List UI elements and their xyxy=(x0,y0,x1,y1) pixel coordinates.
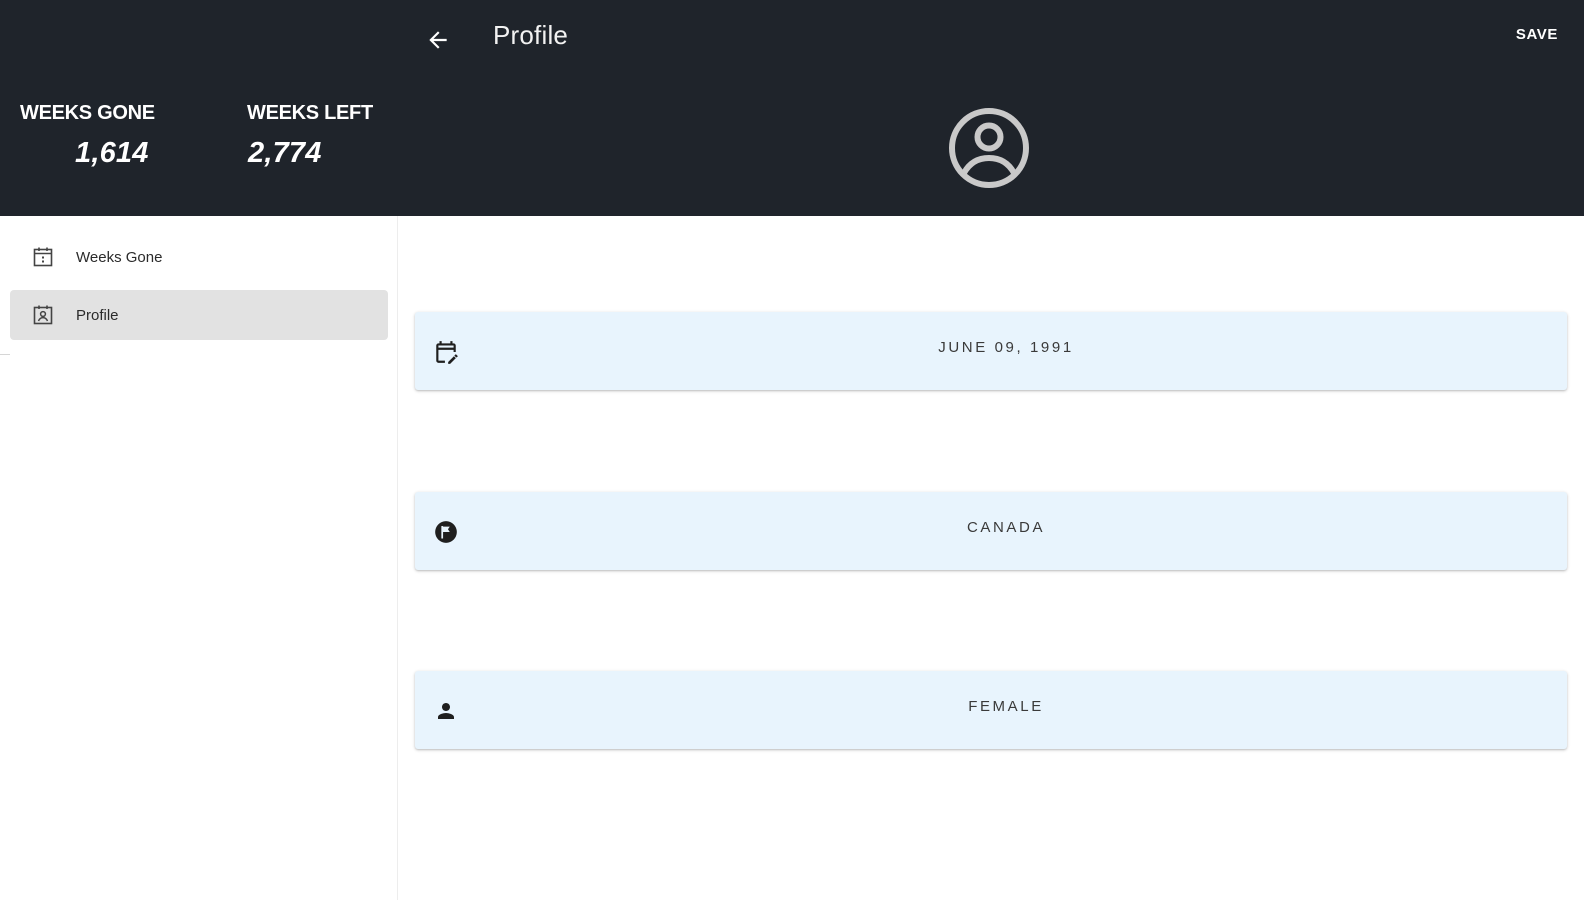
weeks-left-label: WEEKS LEFT xyxy=(247,102,373,124)
sidebar: Weeks Gone Profile xyxy=(0,216,398,900)
weeks-left-stat: WEEKS LEFT 2,774 xyxy=(247,102,373,170)
country-field[interactable]: CANADA xyxy=(415,492,1567,570)
gender-field[interactable]: FEMALE xyxy=(415,671,1567,749)
sidebar-divider xyxy=(0,354,10,355)
back-button[interactable] xyxy=(420,22,456,58)
sidebar-item-profile[interactable]: Profile xyxy=(10,290,388,340)
birthdate-value: JUNE 09, 1991 xyxy=(938,339,1074,356)
weeks-gone-value: 1,614 xyxy=(75,137,149,169)
gender-value: FEMALE xyxy=(968,698,1044,715)
sidebar-item-weeks-gone[interactable]: Weeks Gone xyxy=(10,232,388,282)
weeks-left-value: 2,774 xyxy=(248,137,322,169)
weeks-gone-stat: WEEKS GONE 1,614 xyxy=(20,102,155,170)
save-button[interactable]: SAVE xyxy=(1516,26,1558,43)
arrow-left-icon xyxy=(429,31,447,49)
profile-card-icon xyxy=(31,303,55,327)
calendar-icon xyxy=(31,245,55,269)
app-header: Profile SAVE WEEKS GONE 1,614 WEEKS LEFT… xyxy=(0,0,1584,216)
page-title: Profile xyxy=(493,20,569,50)
country-value: CANADA xyxy=(966,519,1046,536)
account-circle-icon[interactable] xyxy=(948,107,1030,189)
sidebar-item-label: Weeks Gone xyxy=(76,248,163,266)
birthdate-field[interactable]: JUNE 09, 1991 xyxy=(415,312,1567,390)
weeks-gone-label: WEEKS GONE xyxy=(20,102,155,124)
sidebar-item-label: Profile xyxy=(76,306,119,324)
